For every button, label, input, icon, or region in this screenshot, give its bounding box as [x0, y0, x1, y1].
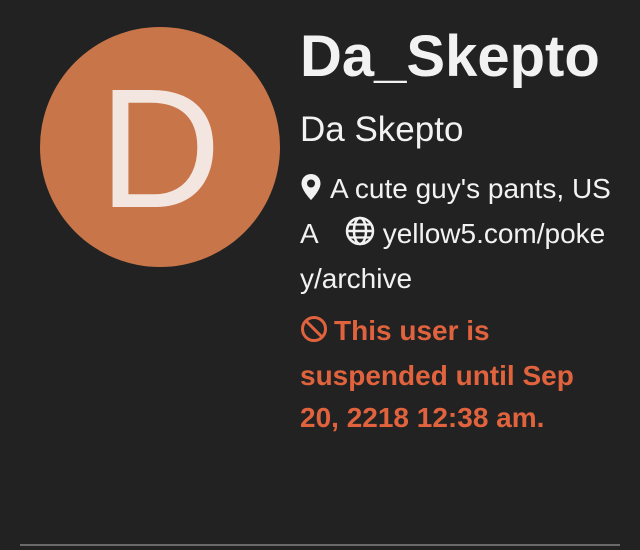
avatar[interactable]: D [40, 27, 280, 267]
username: Da_Skepto [300, 24, 600, 89]
suspension-text: This user is suspended until Sep 20, 221… [300, 315, 574, 433]
profile-meta: A cute guy's pants, USA yellow5.com/poke… [300, 168, 618, 300]
divider [20, 544, 620, 546]
map-pin-icon [300, 171, 322, 213]
suspension-notice: This user is suspended until Sep 20, 221… [300, 310, 618, 439]
user-profile-card: D Da_Skepto Da Skepto A cute guy's pants… [0, 0, 640, 550]
globe-icon [345, 216, 375, 258]
avatar-letter: D [98, 54, 222, 244]
profile-info: Da_Skepto Da Skepto A cute guy's pants, … [300, 26, 618, 439]
display-name: Da Skepto [300, 110, 464, 149]
ban-icon [300, 313, 328, 355]
